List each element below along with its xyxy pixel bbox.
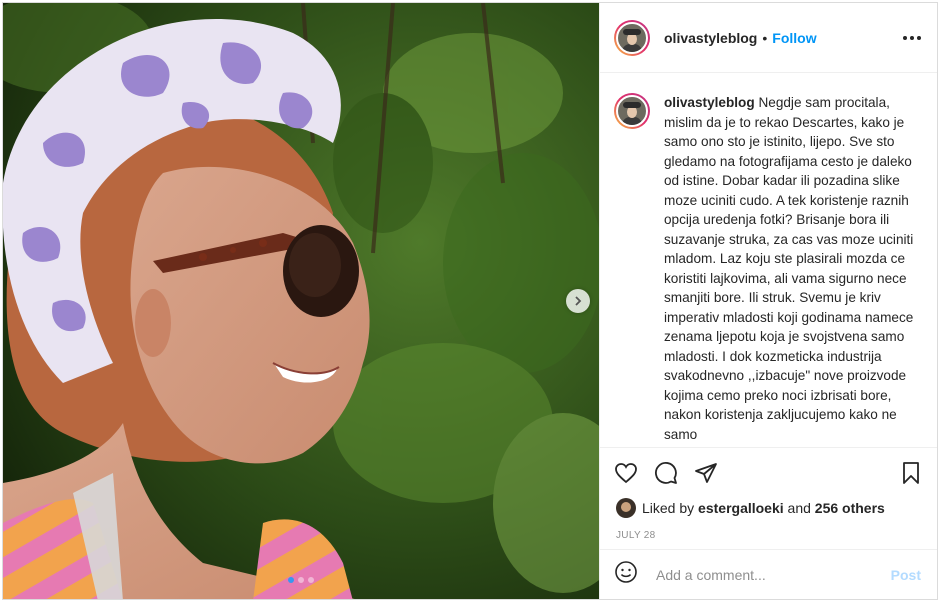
comment-bar: Post	[600, 549, 937, 599]
caption-section: olivastyleblog Negdje sam procitala, mis…	[600, 73, 937, 447]
smiley-icon[interactable]	[614, 560, 638, 589]
author-username[interactable]: olivastyleblog	[664, 30, 757, 46]
caption-avatar[interactable]	[614, 93, 650, 129]
more-options-icon[interactable]	[903, 35, 921, 40]
post-image	[3, 3, 599, 599]
carousel-indicator	[288, 577, 314, 583]
post-sidebar: olivastyleblog • Follow olivastyleblog N…	[599, 3, 937, 599]
caption-text-block: olivastyleblog Negdje sam procitala, mis…	[664, 93, 921, 447]
avatar[interactable]	[614, 19, 650, 56]
likes-count[interactable]: 256 others	[815, 500, 885, 516]
chevron-right-icon	[575, 296, 582, 306]
likes-summary: Liked by estergalloeki and 256 others	[600, 488, 937, 518]
share-icon[interactable]	[694, 461, 718, 485]
likes-prefix: Liked by	[642, 500, 695, 516]
action-icons	[600, 448, 937, 488]
post-actions: Liked by estergalloeki and 256 others JU…	[600, 447, 937, 541]
liker-username[interactable]: estergalloeki	[698, 500, 784, 516]
post-comment-button[interactable]: Post	[891, 567, 921, 583]
carousel-dot	[298, 577, 304, 583]
comment-input[interactable]	[654, 565, 891, 584]
post-date[interactable]: JULY 28	[600, 518, 937, 541]
carousel-dot	[288, 577, 294, 583]
bookmark-icon[interactable]	[899, 461, 923, 485]
comment-icon[interactable]	[654, 461, 678, 485]
heart-icon[interactable]	[614, 461, 638, 485]
post-photo[interactable]	[3, 3, 599, 599]
header-separator: •	[762, 29, 768, 46]
likes-middle: and	[787, 500, 811, 516]
post-header: olivastyleblog • Follow	[600, 3, 937, 73]
carousel-dot	[308, 577, 314, 583]
carousel-next-button[interactable]	[566, 289, 590, 313]
instagram-post: olivastyleblog • Follow olivastyleblog N…	[2, 2, 938, 600]
caption-text: Negdje sam procitala, mislim da je to re…	[664, 95, 914, 442]
liker-avatar[interactable]	[616, 498, 636, 518]
caption-username[interactable]: olivastyleblog	[664, 95, 755, 110]
follow-button[interactable]: Follow	[772, 30, 816, 46]
